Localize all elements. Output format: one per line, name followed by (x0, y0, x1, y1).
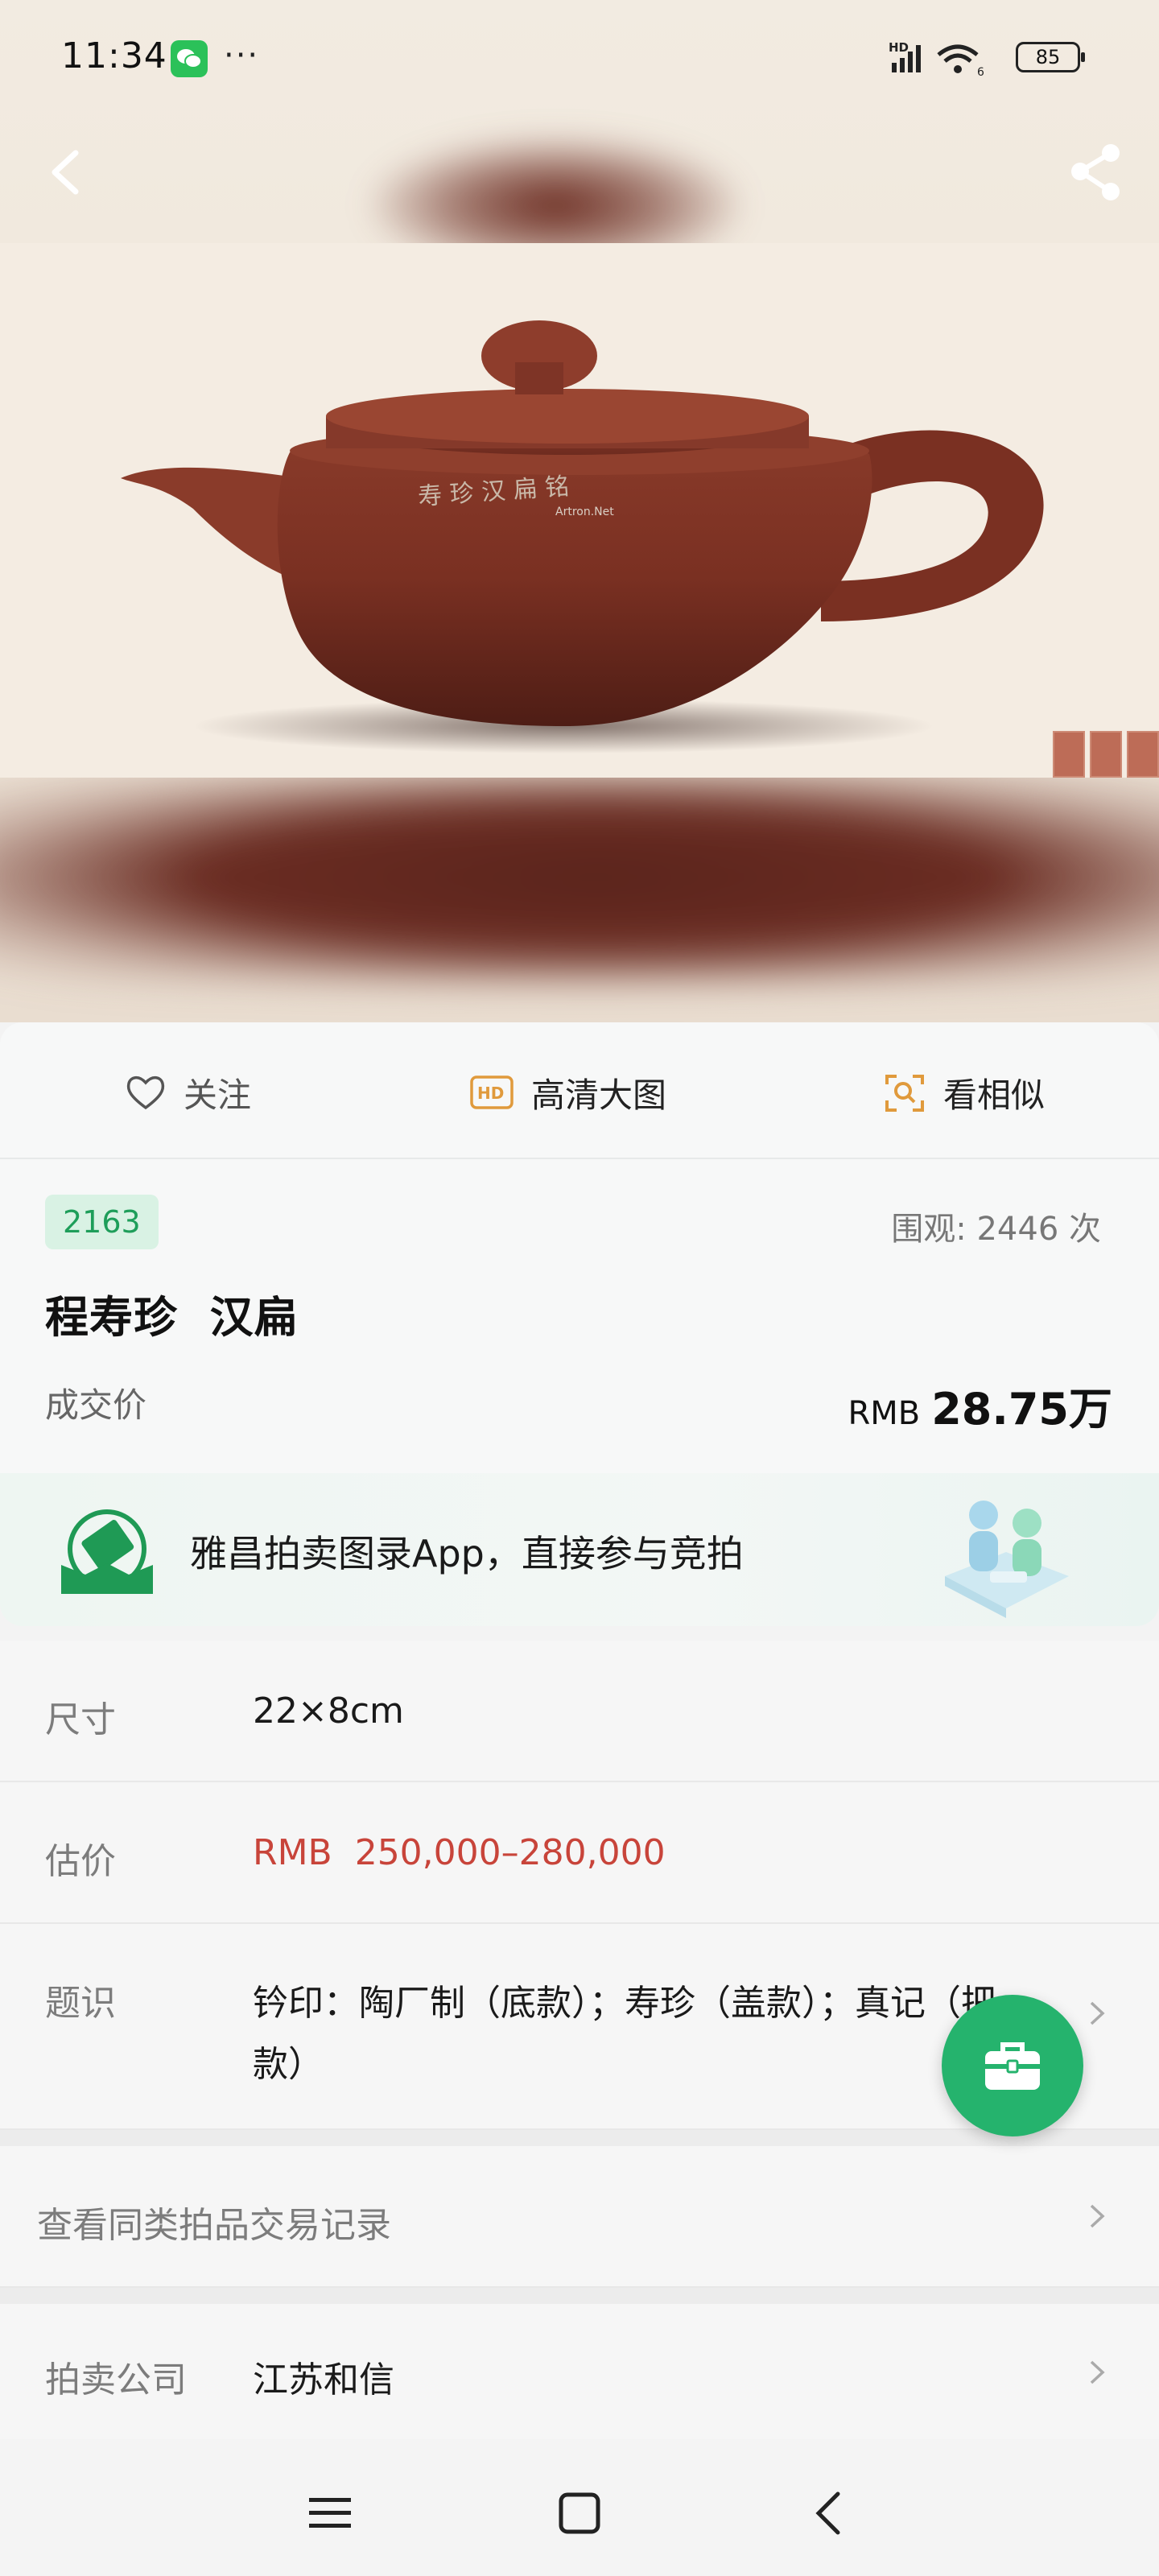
auction-house-label: 拍卖公司 (45, 2359, 187, 2401)
similar-records-link: 查看同类拍品交易记录 (37, 2205, 391, 2246)
heart-icon (126, 1074, 166, 1111)
teapot-photo[interactable]: 寿 珍 汉 扁 铭 Artron.Net (0, 243, 1159, 778)
more-notifications-icon: ··· (224, 37, 260, 74)
menu-nav-button[interactable] (298, 2481, 362, 2545)
hd-icon: HD (470, 1075, 514, 1109)
battery-indicator: 85 (1016, 42, 1085, 72)
section-gap (0, 2288, 1159, 2304)
find-similar-button[interactable]: 看相似 (884, 1067, 1045, 1118)
estimate-value: RMB 250,000–280,000 (253, 1832, 666, 1873)
svg-text:6: 6 (977, 66, 984, 79)
section-gap (0, 2130, 1159, 2146)
inscription-value-line2: 款） (253, 2044, 324, 2085)
lot-number-badge: 2163 (45, 1195, 159, 1249)
blurred-backdrop-bottom (0, 773, 1159, 982)
chevron-right-icon (1090, 2204, 1105, 2228)
teapot-illustration: 寿 珍 汉 扁 铭 Artron.Net (121, 320, 1044, 753)
estimate-row: 估价 RMB 250,000–280,000 (0, 1782, 1159, 1924)
size-value: 22×8cm (253, 1690, 404, 1732)
back-button[interactable] (42, 135, 90, 208)
action-bar: 关注 HD 高清大图 看相似 (0, 1022, 1159, 1159)
hd-image-label: 高清大图 (531, 1075, 667, 1115)
system-navigation-bar (0, 2439, 1159, 2576)
status-time: 11:34 (61, 35, 167, 76)
hammer-price: RMB 28.75万 (848, 1373, 1112, 1437)
size-label: 尺寸 (45, 1699, 116, 1740)
price-currency: RMB (848, 1395, 921, 1432)
signal-wifi-icons: HD 6 (889, 39, 1009, 82)
briefcase-icon (985, 2042, 1040, 2090)
home-square-icon (559, 2492, 600, 2534)
app-promo-banner[interactable]: 雅昌拍卖图录App，直接参与竞拍 (0, 1473, 1159, 1626)
find-similar-label: 看相似 (943, 1075, 1046, 1115)
size-row: 尺寸 22×8cm (0, 1641, 1159, 1782)
share-button[interactable] (1064, 135, 1128, 208)
menu-icon (309, 2498, 351, 2528)
divider (0, 1158, 1159, 1159)
lot-title: 程寿珍 汉扁 (45, 1292, 299, 1343)
hero-image-area[interactable]: 寿 珍 汉 扁 铭 Artron.Net (0, 0, 1159, 1022)
back-arrow-icon (52, 150, 79, 195)
similar-records-row[interactable]: 查看同类拍品交易记录 (0, 2146, 1159, 2288)
view-count: 围观: 2446 次 (891, 1211, 1101, 1248)
hd-image-button[interactable]: HD 高清大图 (470, 1067, 666, 1118)
watermark: Artron.Net (555, 506, 614, 518)
promo-text: 雅昌拍卖图录App，直接参与竞拍 (190, 1532, 744, 1575)
seal-stamps (1048, 731, 1159, 781)
chevron-right-icon (1090, 2001, 1105, 2025)
scan-search-icon (884, 1071, 926, 1113)
wechat-icon (171, 40, 208, 77)
hammer-price-label: 成交价 (45, 1385, 147, 1425)
estimate-label: 估价 (45, 1841, 116, 1882)
price-value: 28.75万 (931, 1384, 1112, 1435)
follow-button[interactable]: 关注 (126, 1067, 251, 1118)
back-nav-button[interactable] (797, 2481, 861, 2545)
share-icon (1071, 144, 1120, 200)
inscription-value-line1: 钤印：陶厂制（底款）；寿珍（盖款）；真记（把 (253, 1983, 996, 2024)
home-nav-button[interactable] (547, 2481, 612, 2545)
follow-label: 关注 (184, 1075, 252, 1115)
svg-text:HD: HD (477, 1084, 504, 1103)
briefcase-fab-button[interactable] (942, 1995, 1083, 2136)
back-triangle-icon (815, 2491, 840, 2535)
auction-house-value: 江苏和信 (253, 2359, 394, 2401)
status-bar: 11:34 ··· HD 6 85 (0, 0, 1159, 121)
svg-text:HD: HD (889, 40, 909, 55)
inscription-label: 题识 (45, 1983, 116, 2024)
auction-house-row[interactable]: 拍卖公司 江苏和信 (0, 2304, 1159, 2441)
artron-app-logo-icon (56, 1507, 158, 1599)
chevron-right-icon (1090, 2360, 1105, 2384)
bidding-illustration-icon (934, 1488, 1079, 1628)
